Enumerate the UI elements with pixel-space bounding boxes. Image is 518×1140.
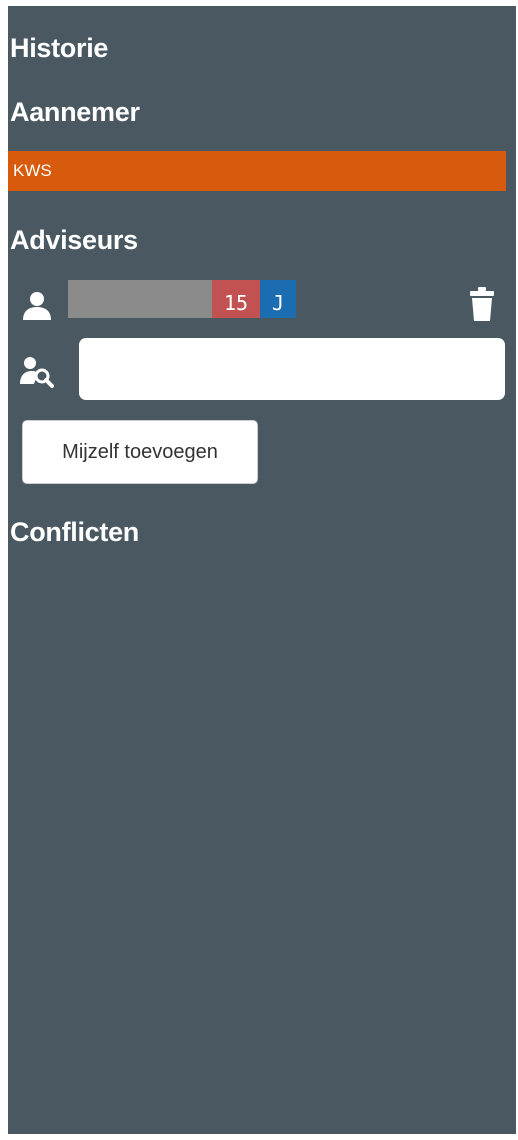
contractor-name: KWS — [8, 151, 506, 191]
person-icon — [23, 292, 51, 320]
advisor-item: 15 J — [8, 276, 506, 322]
trash-icon[interactable] — [470, 286, 494, 322]
contractor-heading: Aannemer — [10, 97, 140, 127]
advisor-initial-badge: J — [260, 280, 296, 318]
advisors-heading: Adviseurs — [10, 225, 138, 255]
advisor-name-redacted: 15 J — [68, 280, 296, 318]
side-panel: Historie Aannemer KWS Adviseurs 15 J Mij… — [8, 6, 516, 1134]
user-search-icon — [20, 357, 54, 388]
history-heading[interactable]: Historie — [10, 32, 108, 64]
add-self-button[interactable]: Mijzelf toevoegen — [22, 420, 258, 484]
advisor-search-row — [8, 338, 506, 402]
advisor-search-input[interactable] — [79, 338, 505, 400]
conflicts-heading[interactable]: Conflicten — [10, 516, 139, 548]
advisor-count-badge: 15 — [212, 280, 260, 318]
